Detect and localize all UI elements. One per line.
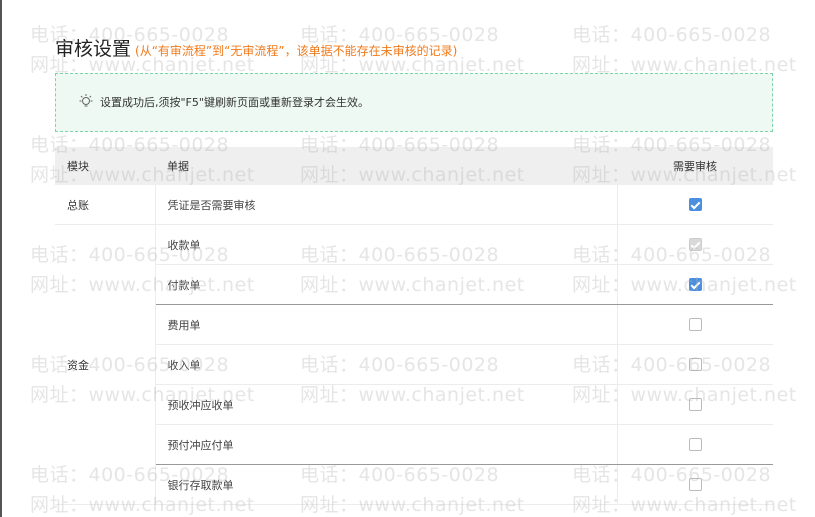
review-settings-table: 模块 单据 需要审核 总账 凭证是否需要审核 资金 收款单 付款单 费用单 收入… [55,147,773,505]
table-row: 付款单 [55,264,773,305]
needs-review-checkbox[interactable] [688,318,702,332]
column-header-needs-review: 需要审核 [617,147,773,185]
document-cell: 收入单 [155,344,618,385]
column-header-document: 单据 [155,147,617,185]
module-cell: 总账 [55,185,156,225]
needs-review-checkbox[interactable] [688,438,702,452]
needs-review-checkbox[interactable] [688,198,702,212]
document-cell: 银行存取款单 [155,464,618,505]
document-cell: 预付冲应付单 [155,424,618,465]
window-gutter [807,0,815,517]
window-border [0,0,2,517]
page-subtitle: (从“有审流程”到“无审流程”，该单据不能存在未审核的记录) [135,44,458,58]
page-title-text: 审核设置 [55,38,132,60]
lightbulb-icon [79,94,93,107]
column-header-module: 模块 [55,147,155,185]
module-cell: 资金 [55,224,156,505]
needs-review-checkbox[interactable] [688,358,702,372]
table-row: 资金 收款单 [55,224,773,505]
table-header-row: 模块 单据 需要审核 [55,147,773,185]
document-cell: 付款单 [155,264,618,305]
table-row: 银行存取款单 [55,464,773,505]
document-cell: 费用单 [155,304,618,345]
table-row: 预收冲应收单 [55,384,773,425]
table-row: 收入单 [55,344,773,385]
watermark-phone: 电话：400-665-0028 [572,24,772,46]
notice-banner: 设置成功后,须按"F5"键刷新页面或重新登录才会生效。 [55,73,773,132]
document-cell: 凭证是否需要审核 [155,185,618,225]
table-row: 总账 凭证是否需要审核 [55,185,773,225]
needs-review-checkbox[interactable] [688,278,702,292]
needs-review-checkbox[interactable] [688,238,702,252]
needs-review-checkbox[interactable] [688,398,702,412]
table-row: 预付冲应付单 [55,424,773,465]
needs-review-checkbox[interactable] [688,478,702,492]
notice-text: 设置成功后,须按"F5"键刷新页面或重新登录才会生效。 [100,96,369,109]
document-cell: 预收冲应收单 [155,384,618,425]
document-cell: 收款单 [155,224,618,265]
table-row: 费用单 [55,304,773,345]
page-title: 审核设置 (从“有审流程”到“无审流程”，该单据不能存在未审核的记录) [55,34,457,61]
